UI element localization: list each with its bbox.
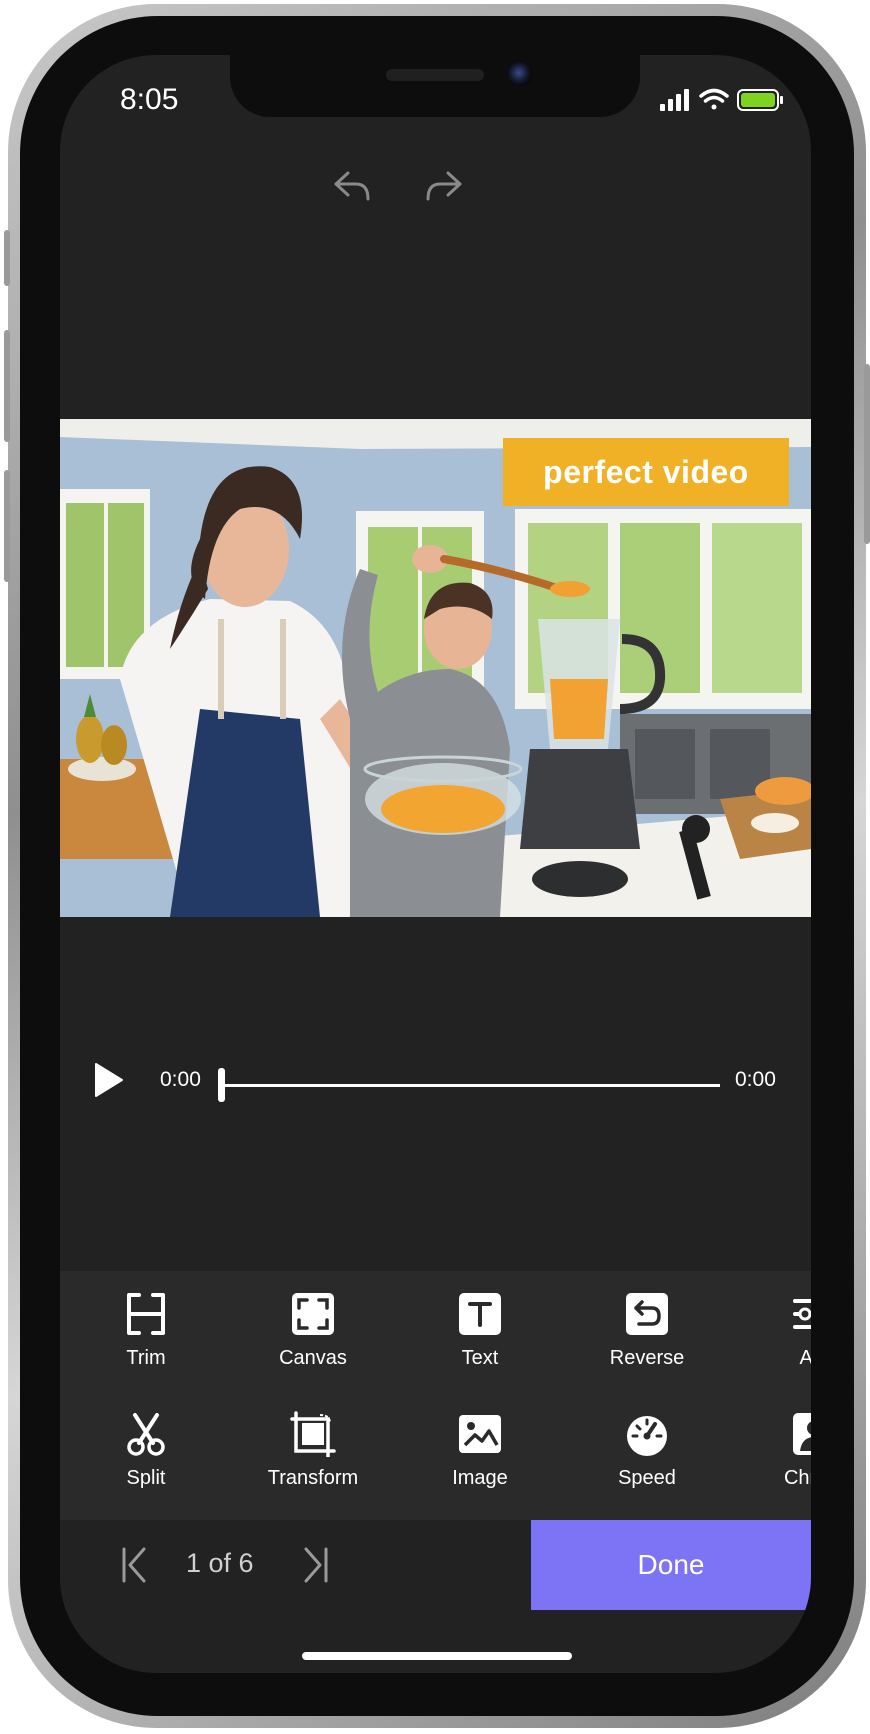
scrubber-handle[interactable] bbox=[218, 1068, 225, 1102]
watermark-label: perfect video bbox=[503, 438, 789, 506]
tool-label: Speed bbox=[618, 1467, 676, 1489]
trim-icon bbox=[127, 1293, 165, 1335]
volume-up-button bbox=[4, 330, 10, 442]
scissors-icon bbox=[127, 1413, 165, 1456]
adjust-tool[interactable]: Adj bbox=[744, 1291, 811, 1391]
wifi-icon bbox=[699, 88, 729, 110]
first-clip-icon[interactable] bbox=[120, 1547, 150, 1583]
power-button bbox=[864, 364, 870, 544]
mute-switch bbox=[4, 230, 10, 286]
battery-icon bbox=[737, 89, 783, 111]
tool-label: Adj bbox=[799, 1347, 811, 1369]
signal-icon bbox=[660, 89, 689, 111]
edit-toolbar: Trim Canvas Text Reverse A Split Transfo… bbox=[60, 1271, 811, 1520]
trim-tool[interactable]: Trim bbox=[76, 1291, 216, 1391]
text-tool[interactable]: Text bbox=[410, 1291, 550, 1391]
canvas-icon bbox=[292, 1293, 334, 1335]
transform-tool[interactable]: Transform bbox=[243, 1411, 383, 1511]
tool-label: Canvas bbox=[279, 1347, 347, 1369]
chroma-tool[interactable]: Chrom bbox=[744, 1411, 811, 1511]
done-button[interactable]: Done bbox=[531, 1520, 811, 1610]
front-camera bbox=[508, 62, 532, 86]
transform-icon bbox=[290, 1411, 336, 1457]
adjust-icon bbox=[793, 1299, 811, 1329]
undo-icon[interactable] bbox=[330, 165, 374, 209]
tool-label: Chrom bbox=[783, 1467, 811, 1489]
image-icon bbox=[459, 1415, 501, 1453]
home-indicator bbox=[302, 1652, 572, 1660]
speedometer-icon bbox=[627, 1416, 667, 1456]
image-tool[interactable]: Image bbox=[410, 1411, 550, 1511]
volume-down-button bbox=[4, 470, 10, 582]
redo-icon[interactable] bbox=[422, 165, 466, 209]
tool-label: Trim bbox=[126, 1347, 166, 1369]
app-screen: 8:05 perfect video 0:00 0:00 Trim Canvas… bbox=[60, 55, 811, 1673]
tool-label: Transform bbox=[267, 1467, 359, 1489]
earpiece-speaker bbox=[386, 69, 484, 81]
tool-label: Reverse bbox=[609, 1347, 685, 1369]
tool-label: Split bbox=[126, 1467, 166, 1489]
split-tool[interactable]: Split bbox=[76, 1411, 216, 1511]
text-icon bbox=[459, 1293, 501, 1335]
bottom-bar: 1 of 6 Done bbox=[60, 1520, 811, 1610]
video-preview[interactable]: perfect video bbox=[60, 419, 811, 917]
speed-tool[interactable]: Speed bbox=[577, 1411, 717, 1511]
play-icon[interactable] bbox=[94, 1062, 124, 1098]
chroma-icon bbox=[793, 1413, 811, 1455]
notch bbox=[230, 55, 640, 117]
playback-controls: 0:00 0:00 bbox=[60, 1050, 811, 1102]
tool-label: Image bbox=[452, 1467, 508, 1489]
history-controls bbox=[60, 165, 811, 209]
tool-label: Text bbox=[461, 1347, 499, 1369]
canvas-tool[interactable]: Canvas bbox=[243, 1291, 383, 1391]
current-time: 0:00 bbox=[160, 1068, 201, 1091]
status-icons bbox=[660, 87, 785, 113]
clip-counter: 1 of 6 bbox=[186, 1548, 254, 1578]
duration-time: 0:00 bbox=[735, 1068, 776, 1091]
status-time: 8:05 bbox=[120, 83, 179, 116]
scrubber-track[interactable] bbox=[220, 1084, 720, 1087]
reverse-tool[interactable]: Reverse bbox=[577, 1291, 717, 1391]
reverse-icon bbox=[626, 1293, 668, 1335]
last-clip-icon[interactable] bbox=[300, 1547, 330, 1583]
